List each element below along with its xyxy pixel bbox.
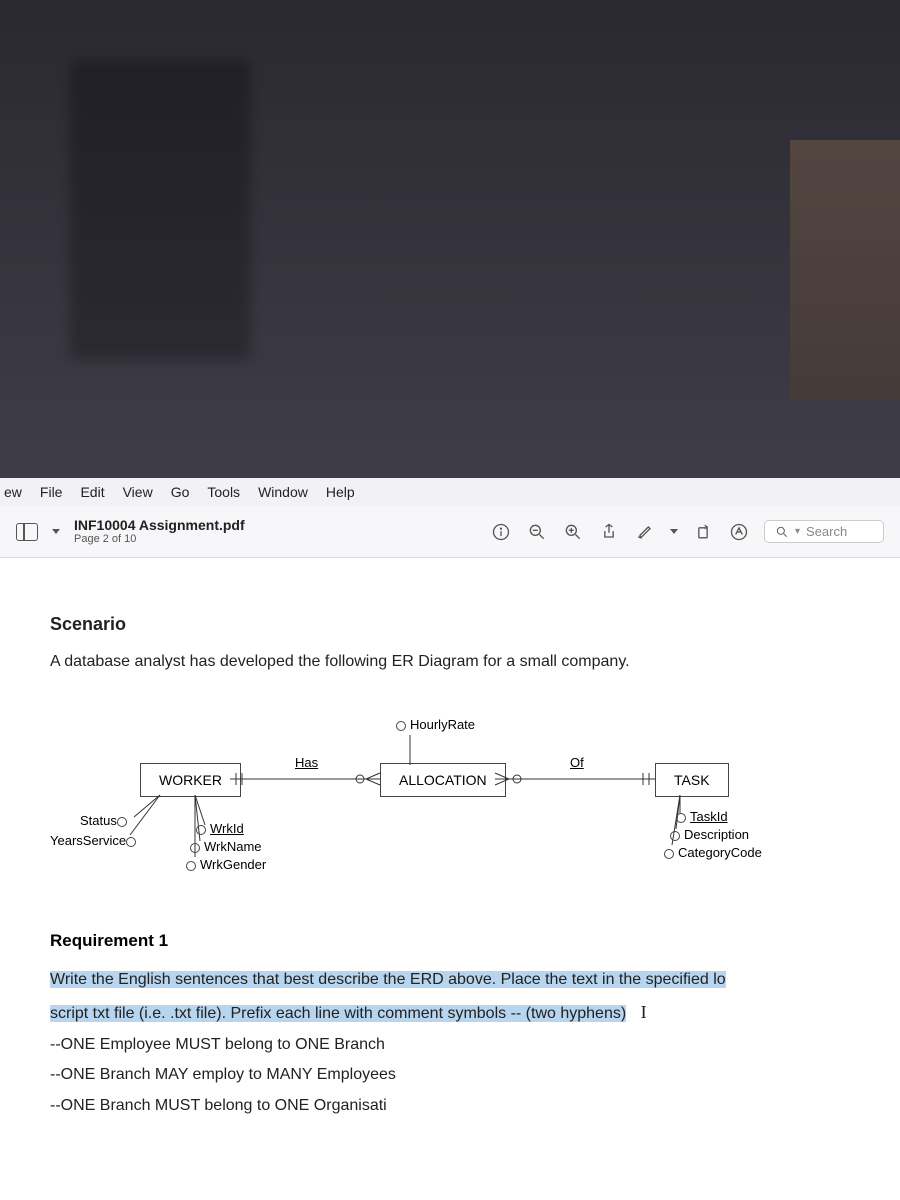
search-placeholder: Search	[806, 524, 847, 539]
er-diagram: WORKER ALLOCATION TASK Has Of	[70, 717, 840, 897]
search-input[interactable]: ▾ Search	[764, 520, 884, 543]
attr-taskid: TaskId	[676, 809, 728, 824]
chevron-down-icon[interactable]	[670, 529, 678, 534]
attr-categorycode: CategoryCode	[664, 845, 762, 860]
attr-description: Description	[670, 827, 749, 842]
entity-worker: WORKER	[140, 763, 241, 797]
menu-tools[interactable]: Tools	[207, 484, 240, 500]
text-cursor-icon: I	[641, 995, 647, 1029]
alloc-attr-line	[400, 735, 420, 765]
menu-go[interactable]: Go	[171, 484, 190, 500]
rel-has-line	[230, 769, 380, 789]
menu-edit[interactable]: Edit	[80, 484, 104, 500]
requirement-1-body: Write the English sentences that best de…	[50, 965, 860, 1121]
scenario-text: A database analyst has developed the fol…	[50, 653, 860, 671]
attr-status: Status	[80, 813, 131, 828]
markup-icon[interactable]	[728, 522, 750, 542]
requirement-1-heading: Requirement 1	[50, 931, 860, 951]
rel-of-line	[495, 769, 655, 789]
document-title-block: INF10004 Assignment.pdf Page 2 of 10	[74, 517, 245, 546]
menu-bar: ew File Edit View Go Tools Window Help	[0, 478, 900, 506]
zoom-in-icon[interactable]	[562, 522, 584, 542]
entity-task: TASK	[655, 763, 729, 797]
photo-backdrop	[0, 0, 900, 480]
rel-has-label: Has	[295, 755, 318, 770]
toolbar: INF10004 Assignment.pdf Page 2 of 10 ▾ S…	[0, 506, 900, 558]
annotate-icon[interactable]	[634, 522, 656, 542]
document-title: INF10004 Assignment.pdf	[74, 517, 245, 533]
highlighted-text-1[interactable]: Write the English sentences that best de…	[50, 971, 726, 988]
rel-of-label: Of	[570, 755, 584, 770]
rotate-icon[interactable]	[692, 522, 714, 542]
menu-window[interactable]: Window	[258, 484, 308, 500]
highlighted-text-2[interactable]: script txt file (i.e. .txt file). Prefix…	[50, 1005, 626, 1022]
zoom-out-icon[interactable]	[526, 522, 548, 542]
share-icon[interactable]	[598, 522, 620, 542]
info-icon[interactable]	[490, 522, 512, 542]
page-indicator: Page 2 of 10	[74, 533, 245, 546]
example-line-3: --ONE Branch MUST belong to ONE Organisa…	[50, 1091, 860, 1121]
sidebar-toggle-icon[interactable]	[16, 523, 38, 541]
attr-wrkid: WrkId	[196, 821, 244, 836]
scenario-heading: Scenario	[50, 614, 860, 635]
example-line-2: --ONE Branch MAY employ to MANY Employee…	[50, 1060, 860, 1090]
chevron-down-icon[interactable]	[52, 529, 60, 534]
menu-help[interactable]: Help	[326, 484, 355, 500]
entity-allocation: ALLOCATION	[380, 763, 506, 797]
attr-hourlyrate: HourlyRate	[396, 717, 475, 732]
attr-wrkname: WrkName	[190, 839, 262, 854]
menu-view[interactable]: View	[123, 484, 153, 500]
menu-fragment[interactable]: ew	[4, 484, 22, 500]
menu-file[interactable]: File	[40, 484, 63, 500]
attr-wrkgender: WrkGender	[186, 857, 266, 872]
attr-years-service: YearsService	[50, 833, 140, 848]
document-page: Scenario A database analyst has develope…	[0, 558, 900, 1200]
example-line-1: --ONE Employee MUST belong to ONE Branch	[50, 1030, 860, 1060]
